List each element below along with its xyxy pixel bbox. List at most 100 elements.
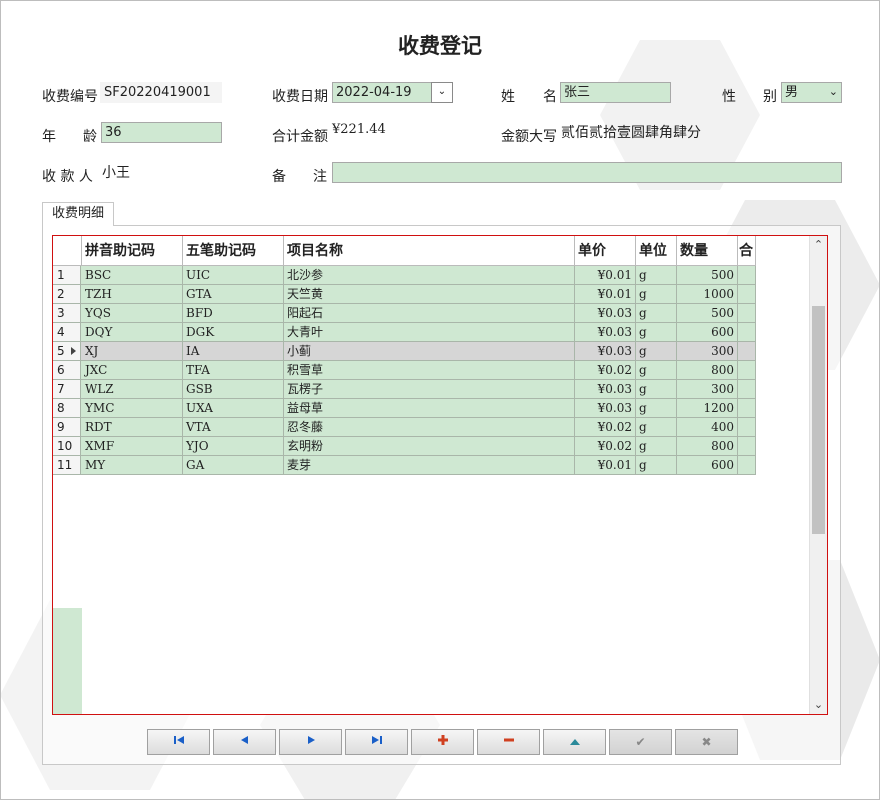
name-field[interactable]: 张三	[560, 82, 671, 103]
cell-unit-price[interactable]: ¥0.03	[575, 304, 636, 322]
cell-subtotal[interactable]	[738, 323, 756, 341]
cell-unit[interactable]: g	[636, 323, 677, 341]
delete-record-button[interactable]	[477, 729, 540, 755]
cell-subtotal[interactable]	[738, 342, 756, 360]
cell-wubi-code[interactable]: BFD	[183, 304, 284, 322]
table-row[interactable]: 4 DQY DGK 大青叶 ¥0.03 g 600	[53, 323, 756, 342]
cell-item-name[interactable]: 玄明粉	[284, 437, 575, 455]
cell-quantity[interactable]: 300	[677, 380, 738, 398]
cell-pinyin-code[interactable]: RDT	[82, 418, 183, 436]
cell-quantity[interactable]: 800	[677, 361, 738, 379]
cell-wubi-code[interactable]: YJO	[183, 437, 284, 455]
scroll-up-icon[interactable]: ⌃	[810, 236, 827, 254]
cell-pinyin-code[interactable]: TZH	[82, 285, 183, 303]
edit-record-button[interactable]	[543, 729, 606, 755]
cell-item-name[interactable]: 小蓟	[284, 342, 575, 360]
table-row[interactable]: 5 XJ IA 小蓟 ¥0.03 g 300	[53, 342, 756, 361]
cell-quantity[interactable]: 600	[677, 323, 738, 341]
table-row[interactable]: 3 YQS BFD 阳起石 ¥0.03 g 500	[53, 304, 756, 323]
header-item-name[interactable]: 项目名称	[284, 236, 575, 266]
cell-unit[interactable]: g	[636, 342, 677, 360]
cell-unit-price[interactable]: ¥0.03	[575, 380, 636, 398]
table-row[interactable]: 9 RDT VTA 忍冬藤 ¥0.02 g 400	[53, 418, 756, 437]
cell-unit-price[interactable]: ¥0.02	[575, 361, 636, 379]
table-row[interactable]: 1 BSC UIC 北沙参 ¥0.01 g 500	[53, 266, 756, 285]
remark-field[interactable]	[332, 162, 842, 183]
table-row[interactable]: 6 JXC TFA 积雪草 ¥0.02 g 800	[53, 361, 756, 380]
cell-unit[interactable]: g	[636, 456, 677, 474]
cell-unit[interactable]: g	[636, 266, 677, 284]
cell-item-name[interactable]: 北沙参	[284, 266, 575, 284]
cell-subtotal[interactable]	[738, 418, 756, 436]
cell-item-name[interactable]: 阳起石	[284, 304, 575, 322]
grid-vertical-scrollbar[interactable]: ⌃ ⌄	[809, 236, 827, 714]
cell-subtotal[interactable]	[738, 304, 756, 322]
cell-pinyin-code[interactable]: MY	[82, 456, 183, 474]
header-quantity[interactable]: 数量	[677, 236, 738, 266]
cell-pinyin-code[interactable]: XJ	[82, 342, 183, 360]
charge-no-field[interactable]: SF20220419001	[100, 82, 222, 103]
cell-unit[interactable]: g	[636, 399, 677, 417]
cell-subtotal[interactable]	[738, 361, 756, 379]
cell-unit-price[interactable]: ¥0.03	[575, 323, 636, 341]
cell-subtotal[interactable]	[738, 285, 756, 303]
cell-unit-price[interactable]: ¥0.02	[575, 437, 636, 455]
cell-subtotal[interactable]	[738, 380, 756, 398]
first-record-button[interactable]	[147, 729, 210, 755]
last-record-button[interactable]	[345, 729, 408, 755]
scroll-thumb[interactable]	[812, 306, 825, 534]
cell-wubi-code[interactable]: VTA	[183, 418, 284, 436]
cell-item-name[interactable]: 忍冬藤	[284, 418, 575, 436]
cell-unit-price[interactable]: ¥0.01	[575, 266, 636, 284]
cell-pinyin-code[interactable]: WLZ	[82, 380, 183, 398]
prev-record-button[interactable]	[213, 729, 276, 755]
cell-wubi-code[interactable]: IA	[183, 342, 284, 360]
cell-unit-price[interactable]: ¥0.03	[575, 399, 636, 417]
table-row[interactable]: 7 WLZ GSB 瓦楞子 ¥0.03 g 300	[53, 380, 756, 399]
cell-quantity[interactable]: 500	[677, 304, 738, 322]
cell-quantity[interactable]: 1000	[677, 285, 738, 303]
header-unit[interactable]: 单位	[636, 236, 677, 266]
cell-wubi-code[interactable]: UIC	[183, 266, 284, 284]
cell-pinyin-code[interactable]: XMF	[82, 437, 183, 455]
cell-item-name[interactable]: 麦芽	[284, 456, 575, 474]
cell-unit-price[interactable]: ¥0.02	[575, 418, 636, 436]
cell-unit-price[interactable]: ¥0.03	[575, 342, 636, 360]
cell-pinyin-code[interactable]: JXC	[82, 361, 183, 379]
cell-wubi-code[interactable]: GTA	[183, 285, 284, 303]
table-row[interactable]: 10 XMF YJO 玄明粉 ¥0.02 g 800	[53, 437, 756, 456]
table-row[interactable]: 8 YMC UXA 益母草 ¥0.03 g 1200	[53, 399, 756, 418]
cell-wubi-code[interactable]: UXA	[183, 399, 284, 417]
cell-wubi-code[interactable]: DGK	[183, 323, 284, 341]
charge-detail-grid[interactable]: 拼音助记码 五笔助记码 项目名称 单价 单位 数量 合 1 BSC UIC 北沙参 ¥0…	[52, 235, 828, 715]
date-dropdown-button[interactable]: ⌄	[431, 82, 453, 103]
cell-subtotal[interactable]	[738, 437, 756, 455]
cell-item-name[interactable]: 大青叶	[284, 323, 575, 341]
cell-wubi-code[interactable]: TFA	[183, 361, 284, 379]
cell-quantity[interactable]: 800	[677, 437, 738, 455]
tab-charge-detail[interactable]: 收费明细	[42, 202, 114, 226]
cell-quantity[interactable]: 300	[677, 342, 738, 360]
cell-pinyin-code[interactable]: YMC	[82, 399, 183, 417]
cell-item-name[interactable]: 瓦楞子	[284, 380, 575, 398]
cell-unit-price[interactable]: ¥0.01	[575, 456, 636, 474]
table-row[interactable]: 2 TZH GTA 天竺黄 ¥0.01 g 1000	[53, 285, 756, 304]
cell-quantity[interactable]: 500	[677, 266, 738, 284]
cell-pinyin-code[interactable]: DQY	[82, 323, 183, 341]
header-pinyin-code[interactable]: 拼音助记码	[82, 236, 183, 266]
cell-wubi-code[interactable]: GSB	[183, 380, 284, 398]
cell-quantity[interactable]: 400	[677, 418, 738, 436]
cell-unit[interactable]: g	[636, 285, 677, 303]
cell-item-name[interactable]: 益母草	[284, 399, 575, 417]
cell-quantity[interactable]: 1200	[677, 399, 738, 417]
cell-item-name[interactable]: 积雪草	[284, 361, 575, 379]
gender-select[interactable]: 男 ⌄	[781, 82, 842, 103]
header-subtotal[interactable]: 合	[738, 236, 756, 266]
cell-subtotal[interactable]	[738, 399, 756, 417]
cell-unit[interactable]: g	[636, 361, 677, 379]
cell-unit-price[interactable]: ¥0.01	[575, 285, 636, 303]
cell-pinyin-code[interactable]: BSC	[82, 266, 183, 284]
cell-subtotal[interactable]	[738, 266, 756, 284]
cell-pinyin-code[interactable]: YQS	[82, 304, 183, 322]
header-wubi-code[interactable]: 五笔助记码	[183, 236, 284, 266]
